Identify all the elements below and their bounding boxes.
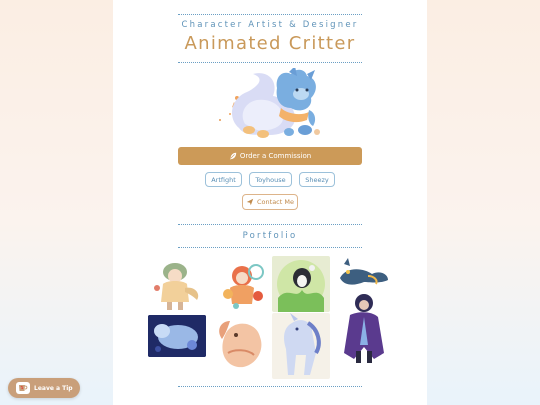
portfolio-item[interactable]	[214, 258, 270, 312]
portfolio-heading: Portfolio	[242, 231, 298, 241]
leave-a-tip-label: Leave a Tip	[34, 384, 73, 392]
divider-top	[178, 14, 362, 15]
contact-me-label: Contact Me	[257, 198, 294, 206]
portfolio-item[interactable]	[334, 291, 392, 365]
toyhouse-link-label: Toyhouse	[255, 175, 286, 184]
portfolio-item[interactable]	[272, 313, 330, 379]
feather-icon	[229, 152, 237, 160]
portfolio-item[interactable]	[272, 256, 330, 312]
mascot-illustration	[219, 68, 320, 138]
divider-title	[178, 62, 362, 63]
sheezy-link-label: Sheezy	[305, 175, 329, 184]
coffee-cup-icon	[16, 382, 30, 394]
divider-bottom	[178, 386, 362, 387]
portfolio-item[interactable]	[334, 258, 392, 292]
toyhouse-link[interactable]: Toyhouse	[249, 172, 292, 187]
divider-portfolio-top	[178, 224, 362, 225]
portfolio-item[interactable]	[212, 313, 270, 373]
page-subtitle: Character Artist & Designer	[181, 20, 359, 30]
leave-a-tip-button[interactable]: Leave a Tip	[8, 378, 80, 398]
sheezy-link[interactable]: Sheezy	[299, 172, 335, 187]
portfolio-item[interactable]	[147, 258, 205, 312]
artfight-link-label: Artfight	[211, 175, 236, 184]
profile-card: Character Artist & Designer Animated Cri…	[113, 0, 427, 405]
social-links: Artfight Toyhouse Sheezy	[113, 172, 427, 187]
page-title: Animated Critter	[184, 33, 356, 54]
order-commission-button[interactable]: Order a Commission	[178, 147, 362, 165]
order-commission-label: Order a Commission	[239, 152, 312, 160]
artfight-link[interactable]: Artfight	[205, 172, 242, 187]
portfolio-item[interactable]	[148, 315, 206, 357]
contact-me-button[interactable]: Contact Me	[242, 194, 298, 210]
divider-portfolio-bottom	[178, 247, 362, 248]
paper-plane-icon	[246, 198, 254, 206]
